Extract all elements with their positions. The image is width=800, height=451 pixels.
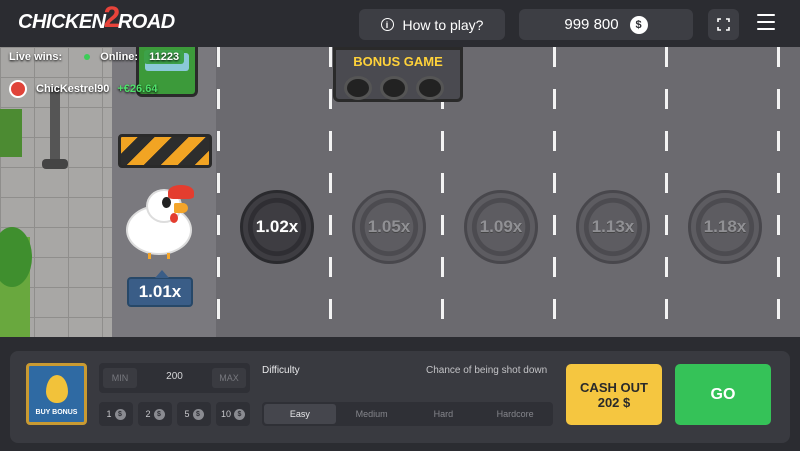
lane-divider: [217, 47, 220, 337]
dollar-coin-icon: $: [234, 408, 245, 420]
cash-out-button[interactable]: CASH OUT 202 $: [566, 364, 662, 425]
buy-bonus-label: BUY BONUS: [35, 409, 78, 416]
online-count: 11223: [144, 50, 185, 64]
balance-display: 999 800 $: [519, 9, 693, 40]
how-to-play-label: How to play?: [402, 16, 484, 33]
manhole-multiplier-1[interactable]: 1.02x: [240, 190, 314, 264]
bet-chip-10[interactable]: 10 $: [216, 402, 250, 426]
lane-divider: [329, 47, 332, 337]
chip-value: 10: [220, 409, 231, 419]
difficulty-label: Difficulty: [262, 365, 300, 376]
dollar-coin-icon: $: [192, 408, 204, 420]
grass-patch: [0, 109, 22, 157]
dollar-coin-icon: $: [114, 408, 126, 420]
golden-egg-icon: [45, 375, 68, 403]
bonus-game-sign: BONUS GAME: [333, 47, 463, 102]
game-logo: CHICKEN 2 ROAD: [18, 1, 175, 35]
online-indicator-icon: [84, 54, 91, 60]
manhole-multiplier-2[interactable]: 1.05x: [352, 190, 426, 264]
road-barrier: [118, 134, 212, 168]
expand-icon: [717, 18, 730, 31]
info-icon: i: [380, 18, 394, 31]
bet-chip-5[interactable]: 5 $: [177, 402, 211, 426]
chip-value: 2: [145, 409, 151, 419]
cash-out-amount: 202 $: [597, 394, 631, 410]
dollar-coin-icon: $: [629, 15, 648, 34]
difficulty-tab-hardcore[interactable]: Hardcore: [479, 404, 551, 424]
live-win-entry: ChicKestrel90 +€26.64: [9, 80, 157, 98]
bonus-game-label: BONUS GAME: [353, 54, 443, 69]
street-lamp: [50, 87, 60, 167]
max-bet-button[interactable]: MAX: [212, 368, 246, 388]
live-wins-label: Live wins:: [9, 51, 63, 63]
manhole-multiplier-5[interactable]: 1.18x: [688, 190, 762, 264]
current-multiplier-badge: 1.01x: [127, 270, 193, 307]
chance-label: Chance of being shot down: [426, 365, 548, 376]
chip-value: 1: [106, 409, 112, 419]
lane-divider: [777, 47, 780, 337]
manhole-multiplier-4[interactable]: 1.13x: [576, 190, 650, 264]
bet-chip-2[interactable]: 2 $: [138, 402, 172, 426]
difficulty-tab-easy[interactable]: Easy: [264, 404, 336, 424]
lane-divider: [665, 47, 668, 337]
difficulty-tab-medium[interactable]: Medium: [336, 404, 408, 424]
online-label: Online:: [100, 51, 139, 63]
logo-text-road: ROAD: [117, 10, 175, 33]
traffic-lights: [344, 76, 444, 100]
quick-bet-chips: 1 $ 2 $ 5 $ 10 $: [99, 402, 250, 426]
control-panel: BUY BONUS MIN 200 MAX 1 $ 2 $ 5 $ 10 $ Diffi…: [10, 351, 790, 443]
winner-name: ChicKestrel90: [36, 83, 110, 95]
logo-text-chicken: CHICKEN: [18, 10, 106, 33]
how-to-play-button[interactable]: i How to play?: [359, 9, 505, 40]
bet-chip-1[interactable]: 1 $: [99, 402, 133, 426]
difficulty-selector: Easy Medium Hard Hardcore: [262, 402, 553, 426]
hamburger-menu-icon[interactable]: [757, 14, 775, 35]
avatar: [9, 80, 27, 98]
manhole-multiplier-3[interactable]: 1.09x: [464, 190, 538, 264]
dollar-coin-icon: $: [153, 408, 165, 420]
live-wins-bar: Live wins: Online: 11223: [9, 50, 185, 64]
fullscreen-button[interactable]: [708, 9, 739, 40]
chip-value: 5: [184, 409, 190, 419]
header: CHICKEN 2 ROAD i How to play? 999 800 $: [0, 0, 800, 47]
buy-bonus-button[interactable]: BUY BONUS: [26, 363, 87, 425]
winner-amount: +€26.64: [117, 83, 158, 95]
street-lamp-base: [42, 159, 68, 169]
go-button[interactable]: GO: [675, 364, 771, 425]
difficulty-tab-hard[interactable]: Hard: [408, 404, 480, 424]
cash-out-label: CASH OUT: [580, 379, 648, 395]
balance-value: 999 800: [564, 16, 619, 33]
bet-amount-input[interactable]: MIN 200 MAX: [99, 363, 250, 393]
chicken-character: [124, 185, 194, 259]
lane-divider: [553, 47, 556, 337]
